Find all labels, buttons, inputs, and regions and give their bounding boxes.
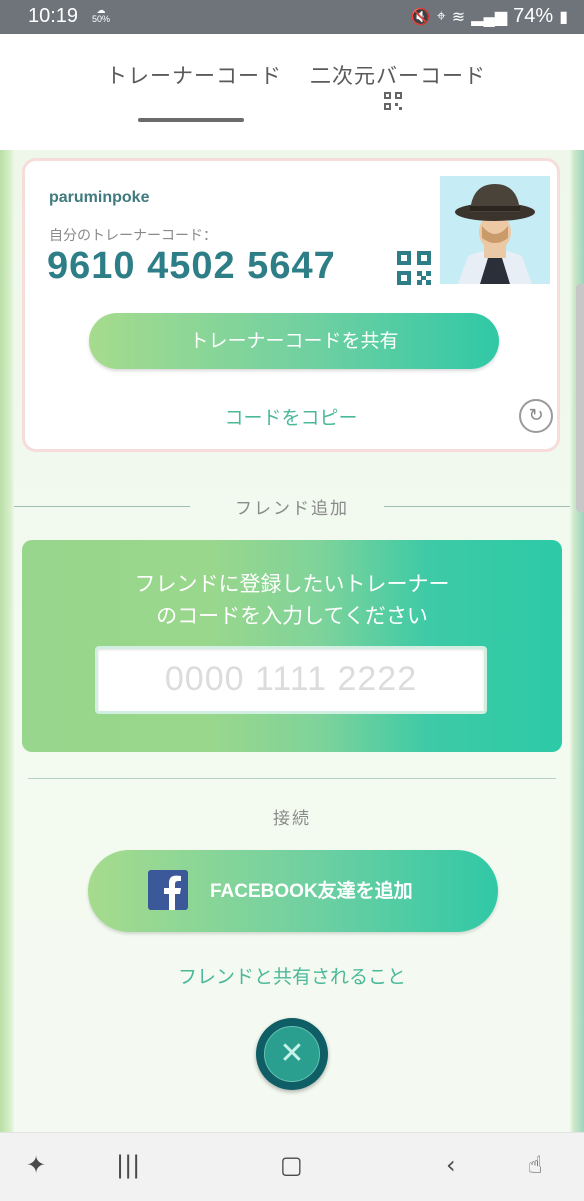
mute-icon: 🔇: [410, 8, 431, 26]
refresh-icon[interactable]: ↻: [519, 399, 553, 433]
section-title-connect: 接続: [273, 809, 311, 829]
instruction-line-1: フレンドに登録したいトレーナー: [134, 572, 450, 596]
divider: [28, 778, 556, 779]
main-area: paruminpoke 自分のトレーナーコード： 9610 4502 5647: [0, 150, 584, 1132]
tab-trainer-code[interactable]: トレーナーコード: [106, 60, 282, 90]
avatar[interactable]: [440, 176, 550, 284]
copy-code-link[interactable]: コードをコピー: [25, 403, 557, 430]
system-nav-bar: ✦ ||| ▢ ‹ ☝: [0, 1132, 584, 1201]
signal-icon: ▂▄▆: [471, 8, 508, 26]
shared-info-link[interactable]: フレンドと共有されること: [14, 962, 570, 989]
wifi-icon: ≋: [451, 8, 466, 26]
code-label: 自分のトレーナーコード：: [49, 228, 217, 244]
touch-lock-icon[interactable]: ☝: [528, 1151, 543, 1179]
instruction-line-2: のコードを入力してください: [156, 604, 428, 628]
recent-apps-icon[interactable]: |||: [116, 1151, 140, 1179]
close-icon: ✕: [264, 1026, 320, 1082]
home-icon[interactable]: ▢: [280, 1151, 303, 1179]
tab-bar: トレーナーコード 二次元バーコード: [0, 34, 584, 150]
game-tools-icon[interactable]: ✦: [26, 1151, 46, 1179]
tab-qr-code[interactable]: 二次元バーコード: [310, 60, 486, 90]
tab-indicator: [138, 118, 244, 122]
battery-icon: ▮: [559, 8, 568, 26]
facebook-button-label: FACEBOOK友達を追加: [210, 881, 413, 902]
content-panel: paruminpoke 自分のトレーナーコード： 9610 4502 5647: [14, 150, 570, 1132]
battery-text: 74%: [513, 5, 554, 27]
close-button[interactable]: ✕: [256, 1018, 328, 1090]
qr-code-icon: [384, 92, 402, 110]
friend-add-instruction: フレンドに登録したいトレーナー のコードを入力してください: [22, 568, 562, 632]
qr-code-icon[interactable]: [397, 251, 431, 285]
back-icon[interactable]: ‹: [446, 1151, 456, 1179]
status-right: 🔇 ⌖ ≋ ▂▄▆ 74% ▮: [411, 5, 568, 28]
friend-code-input[interactable]: 0000 1111 2222: [95, 646, 487, 714]
friend-add-panel: フレンドに登録したいトレーナー のコードを入力してください 0000 1111 …: [22, 540, 562, 752]
avatar-image: [440, 176, 550, 284]
trainer-card: paruminpoke 自分のトレーナーコード： 9610 4502 5647: [22, 158, 560, 452]
username: paruminpoke: [49, 189, 150, 206]
scroll-handle[interactable]: [576, 284, 584, 512]
status-time: 10:19: [28, 5, 79, 27]
cloud-percent: 50%: [92, 14, 111, 24]
trainer-code: 9610 4502 5647: [47, 245, 336, 287]
share-code-button[interactable]: トレーナーコードを共有: [89, 313, 499, 369]
facebook-icon: [148, 870, 188, 910]
status-bar: 10:19 ☁ 50% 🔇 ⌖ ≋ ▂▄▆ 74% ▮: [0, 0, 584, 34]
location-icon: ⌖: [436, 7, 446, 25]
facebook-add-friends-button[interactable]: FACEBOOK友達を追加: [88, 850, 498, 932]
cloud-icon: ☁ 50%: [92, 5, 111, 24]
divider-right: [384, 506, 570, 507]
